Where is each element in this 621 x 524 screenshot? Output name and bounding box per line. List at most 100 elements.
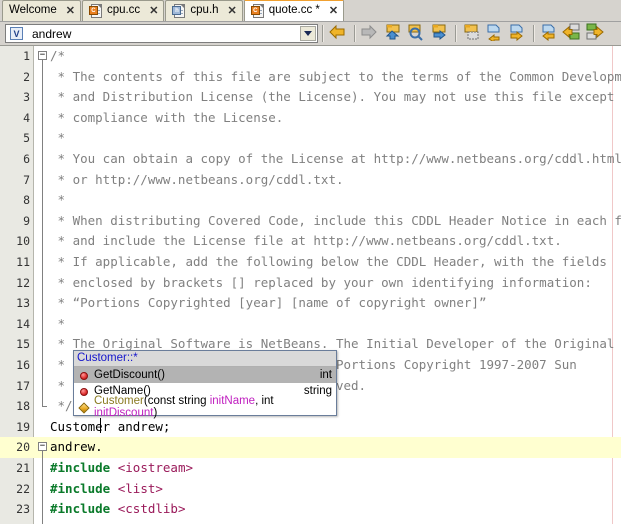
editor-tab-quote-cc[interactable]: Cquote.cc * ✕	[243, 0, 345, 21]
code-text: * or http://www.netbeans.org/cddl.txt.	[50, 171, 344, 187]
code-text: #include <list>	[50, 480, 163, 496]
code-text: * enclosed by brackets [] replaced by yo…	[50, 274, 592, 290]
code-line[interactable]: 12 * enclosed by brackets [] replaced by…	[0, 273, 621, 294]
code-line[interactable]: 10 * and include the License file at htt…	[0, 231, 621, 252]
editor-tab-cpu-h[interactable]: h cpu.h ✕	[165, 0, 243, 21]
find-next-button[interactable]	[429, 23, 450, 44]
line-number: 7	[23, 172, 30, 187]
code-text: * When distributing Covered Code, includ…	[50, 212, 621, 228]
code-text: * If applicable, add the following below…	[50, 254, 607, 269]
line-number: 23	[16, 502, 30, 517]
forward-button[interactable]	[360, 23, 381, 44]
code-text: #include <iostream>	[50, 460, 194, 475]
code-line[interactable]: 4 * compliance with the License.	[0, 108, 621, 129]
tab-label: Welcome	[9, 4, 57, 17]
find-selection-button[interactable]	[406, 23, 427, 44]
line-number: 8	[23, 193, 30, 208]
member-combo-value: andrew	[32, 26, 72, 41]
find-previous-button[interactable]	[383, 23, 404, 44]
tab-label: cpu.h	[190, 4, 219, 17]
code-line[interactable]: 19 Customer andrew;	[0, 417, 621, 438]
code-text: * The contents of this file are subject …	[50, 68, 621, 84]
toolbar-separator	[322, 25, 323, 42]
tab-close-icon[interactable]: ✕	[66, 5, 75, 17]
text-caret	[100, 418, 101, 433]
completion-popup-header: Customer::*	[74, 351, 336, 367]
fold-line-includes	[42, 451, 43, 524]
code-line[interactable]: 2 * The contents of this file are subjec…	[0, 67, 621, 88]
line-number: 4	[23, 110, 30, 125]
member-navigation-combo[interactable]: V andrew	[5, 24, 318, 43]
line-number: 17	[16, 378, 30, 393]
code-text: /*	[50, 48, 66, 63]
code-line[interactable]: 3 * and Distribution License (the Licens…	[0, 87, 621, 108]
code-line[interactable]: 20 andrew.	[0, 437, 621, 458]
cc-file-icon: C	[88, 4, 103, 18]
fold-end-comment	[42, 406, 47, 407]
completion-item-type: int	[319, 369, 332, 381]
code-text: andrew.	[50, 439, 103, 455]
code-line[interactable]: 5 *	[0, 128, 621, 149]
line-number: 3	[23, 90, 30, 105]
code-line[interactable]: 13 * “Portions Copyrighted [year] [name …	[0, 293, 621, 314]
line-number: 10	[16, 234, 30, 249]
completion-item-list[interactable]: GetDiscount() int GetName() string Customer(…	[74, 367, 336, 419]
method-icon	[78, 385, 91, 398]
toolbar-separator	[455, 25, 456, 42]
code-line[interactable]: 6 * You can obtain a copy of the License…	[0, 149, 621, 170]
code-line[interactable]: 11 * If applicable, add the following be…	[0, 252, 621, 273]
line-number: 15	[16, 337, 30, 352]
code-text: #include <cstdlib>	[50, 501, 186, 517]
shift-line-right-button[interactable]	[507, 23, 528, 44]
completion-item-label: Customer(const string initName, int init…	[94, 395, 274, 419]
chevron-down-icon[interactable]	[300, 26, 316, 41]
code-text: */	[50, 398, 73, 414]
code-line[interactable]: 21 #include <iostream>	[0, 458, 621, 479]
line-number: 1	[23, 49, 30, 63]
tab-close-icon[interactable]: ✕	[228, 5, 237, 17]
tab-close-icon[interactable]: ✕	[329, 5, 338, 17]
editor-tab-welcome[interactable]: Welcome ✕	[2, 0, 81, 21]
code-text: *	[50, 192, 66, 208]
line-number: 5	[23, 131, 30, 146]
code-line[interactable]: 9 * When distributing Covered Code, incl…	[0, 211, 621, 232]
editor-tab-bar: Welcome ✕ Ccpu.cc ✕ h cpu.h ✕ Cquote.cc * ✕	[0, 0, 621, 22]
line-number: 13	[16, 296, 30, 311]
method-icon	[78, 369, 91, 382]
editor-tab-cpu-cc[interactable]: Ccpu.cc ✕	[81, 0, 165, 21]
start-macro-recording-button[interactable]	[562, 23, 583, 44]
code-line[interactable]: 7 * or http://www.netbeans.org/cddl.txt.	[0, 170, 621, 191]
fold-toggle-comment[interactable]: −	[38, 51, 47, 60]
code-line[interactable]: 22 #include <list>	[0, 479, 621, 500]
line-number: 12	[16, 275, 30, 290]
code-text: * You can obtain a copy of the License a…	[50, 151, 621, 166]
cc-file-icon: C	[250, 4, 265, 18]
code-line[interactable]: 8 *	[0, 190, 621, 211]
tab-close-icon[interactable]: ✕	[149, 5, 158, 17]
code-line[interactable]: 14 *	[0, 314, 621, 335]
code-line[interactable]: 24	[0, 520, 621, 524]
stop-macro-recording-button[interactable]	[585, 23, 606, 44]
line-number: 16	[16, 358, 30, 372]
move-line-up-button[interactable]	[539, 23, 560, 44]
variable-icon: V	[10, 27, 23, 40]
code-line[interactable]: 23 #include <cstdlib>	[0, 499, 621, 520]
code-text: *	[50, 315, 66, 331]
line-number: 11	[16, 255, 30, 269]
line-number: 19	[16, 419, 30, 434]
code-text: *	[50, 130, 66, 146]
code-line[interactable]: 1 /*	[0, 46, 621, 67]
netbeans-editor-window: Welcome ✕ Ccpu.cc ✕ h cpu.h ✕ Cquote.cc * ✕ V an…	[0, 0, 621, 524]
h-file-icon: h	[172, 4, 186, 18]
toggle-highlight-button[interactable]	[461, 23, 482, 44]
completion-item-label: GetDiscount()	[94, 369, 165, 381]
editor-toolbar: V andrew	[0, 22, 621, 46]
code-completion-popup[interactable]: Customer::* GetDiscount() int GetName() str…	[73, 350, 337, 419]
completion-item[interactable]: Customer(const string initName, int init…	[74, 395, 336, 419]
code-editor-area[interactable]: 1 /* 2 * The contents of this file are sub…	[0, 46, 621, 524]
completion-item[interactable]: GetDiscount() int	[74, 367, 336, 383]
fold-toggle-includes[interactable]: −	[38, 442, 47, 451]
back-button[interactable]	[328, 23, 349, 44]
shift-line-left-button[interactable]	[484, 23, 505, 44]
line-number: 20	[16, 440, 30, 455]
